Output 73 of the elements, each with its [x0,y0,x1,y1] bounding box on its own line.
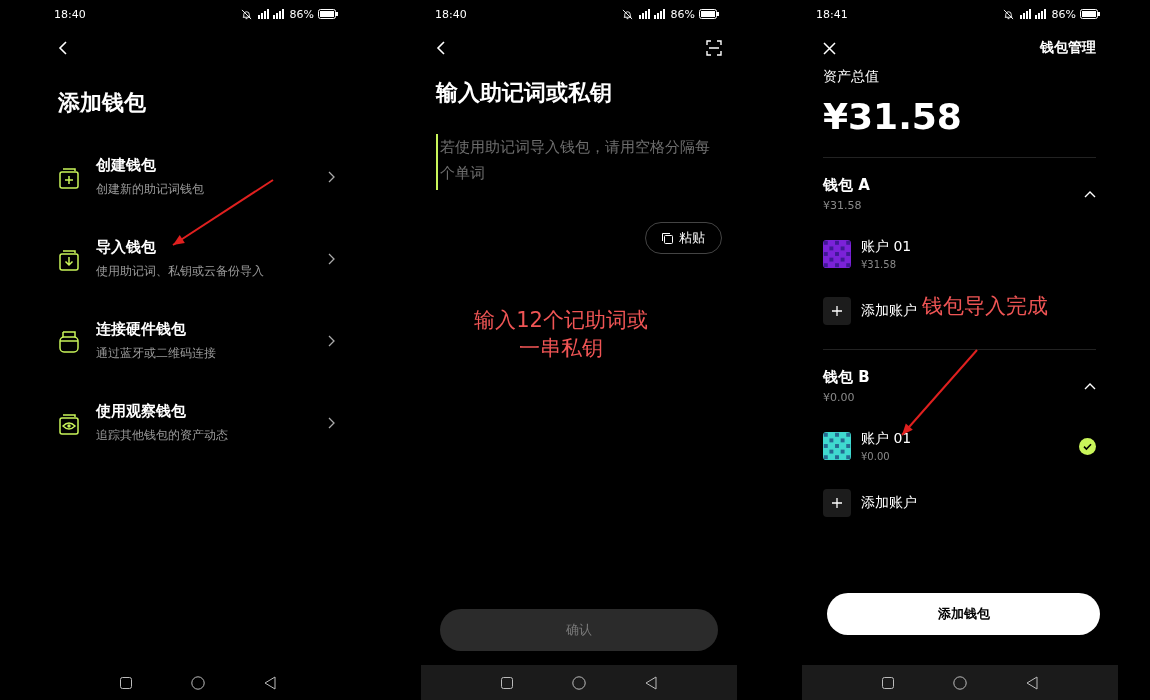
mnemonic-input-field[interactable]: 若使用助记词导入钱包，请用空格分隔每个单词 [436,134,722,190]
wallet-balance: ¥0.00 [823,391,856,404]
signal-icon [255,9,286,19]
home-icon[interactable] [953,675,967,690]
status-time: 18:41 [816,7,848,21]
chevron-right-icon [328,417,335,429]
battery-icon [318,9,338,19]
option-title: 连接硬件钱包 [96,320,187,339]
total-value: ¥31.58 [823,96,963,137]
close-icon[interactable] [823,41,836,55]
chevron-right-icon [328,171,335,183]
signal-icon [636,9,667,19]
menu-option[interactable]: 导入钱包 使用助记词、私钥或云备份导入 [58,218,335,300]
option-subtitle: 创建新的助记词钱包 [96,181,205,198]
recent-apps-icon[interactable] [119,676,132,689]
chevron-right-icon [328,335,335,347]
chevron-right-icon [328,253,335,265]
battery-icon [1080,9,1100,19]
option-subtitle: 追踪其他钱包的资产动态 [96,427,229,444]
annotation-text: 输入12个记助词或 一串私钥 [473,307,649,362]
menu-option[interactable]: 连接硬件钱包 通过蓝牙或二维码连接 [58,300,335,382]
chevron-up-icon[interactable] [1084,190,1096,198]
status-time: 18:40 [54,7,86,21]
page-title: 添加钱包 [58,89,147,117]
recent-apps-icon[interactable] [881,676,894,689]
wallet-balance: ¥31.58 [823,199,863,212]
chevron-up-icon[interactable] [1084,382,1096,390]
account-balance: ¥31.58 [861,259,897,270]
check-icon [1079,437,1096,455]
battery-icon [699,9,719,19]
plus-icon [832,498,842,508]
wallet-name: 钱包 B [823,368,870,387]
mute-bell-icon [621,8,633,20]
option-title: 创建钱包 [96,156,157,175]
scan-icon[interactable] [706,40,722,56]
hardware-device-icon [58,329,80,353]
mute-bell-icon [240,8,252,20]
account-row[interactable]: 账户 01 ¥31.58 [823,234,1096,274]
download-folder-icon [58,247,80,271]
copy-icon [662,232,673,244]
wallet-manage-link[interactable]: 钱包管理 [1040,39,1096,57]
battery-percent: 86% [289,7,314,21]
account-row[interactable]: 账户 01 ¥0.00 [823,426,1096,466]
back-icon[interactable] [1026,675,1039,690]
annotation-text: 钱包导入完成 [922,293,1048,320]
option-subtitle: 使用助记词、私钥或云备份导入 [96,263,265,280]
account-balance: ¥0.00 [861,451,891,462]
battery-percent: 86% [1051,7,1076,21]
wallet-name: 钱包 A [823,176,870,195]
status-time: 18:40 [435,7,467,21]
add-folder-icon [58,165,80,189]
menu-option[interactable]: 创建钱包 创建新的助记词钱包 [58,136,335,218]
back-icon[interactable] [645,675,658,690]
battery-percent: 86% [670,7,695,21]
account-name: 账户 01 [861,430,913,448]
paste-button[interactable]: 粘贴 [645,222,722,254]
home-icon[interactable] [191,675,205,690]
add-account-button[interactable]: 添加账户 [823,483,1096,523]
home-icon[interactable] [572,675,586,690]
add-wallet-button[interactable]: 添加钱包 [827,593,1100,635]
recent-apps-icon[interactable] [500,676,513,689]
plus-icon [832,306,842,316]
signal-icon [1017,9,1048,19]
option-title: 导入钱包 [96,238,157,257]
back-icon[interactable] [264,675,277,690]
menu-option[interactable]: 使用观察钱包 追踪其他钱包的资产动态 [58,382,335,464]
mute-bell-icon [1002,8,1014,20]
total-label: 资产总值 [823,68,880,86]
page-title: 输入助记词或私钥 [436,79,613,107]
option-title: 使用观察钱包 [96,402,187,421]
account-name: 账户 01 [861,238,913,256]
eye-folder-icon [58,411,80,435]
option-subtitle: 通过蓝牙或二维码连接 [96,345,217,362]
